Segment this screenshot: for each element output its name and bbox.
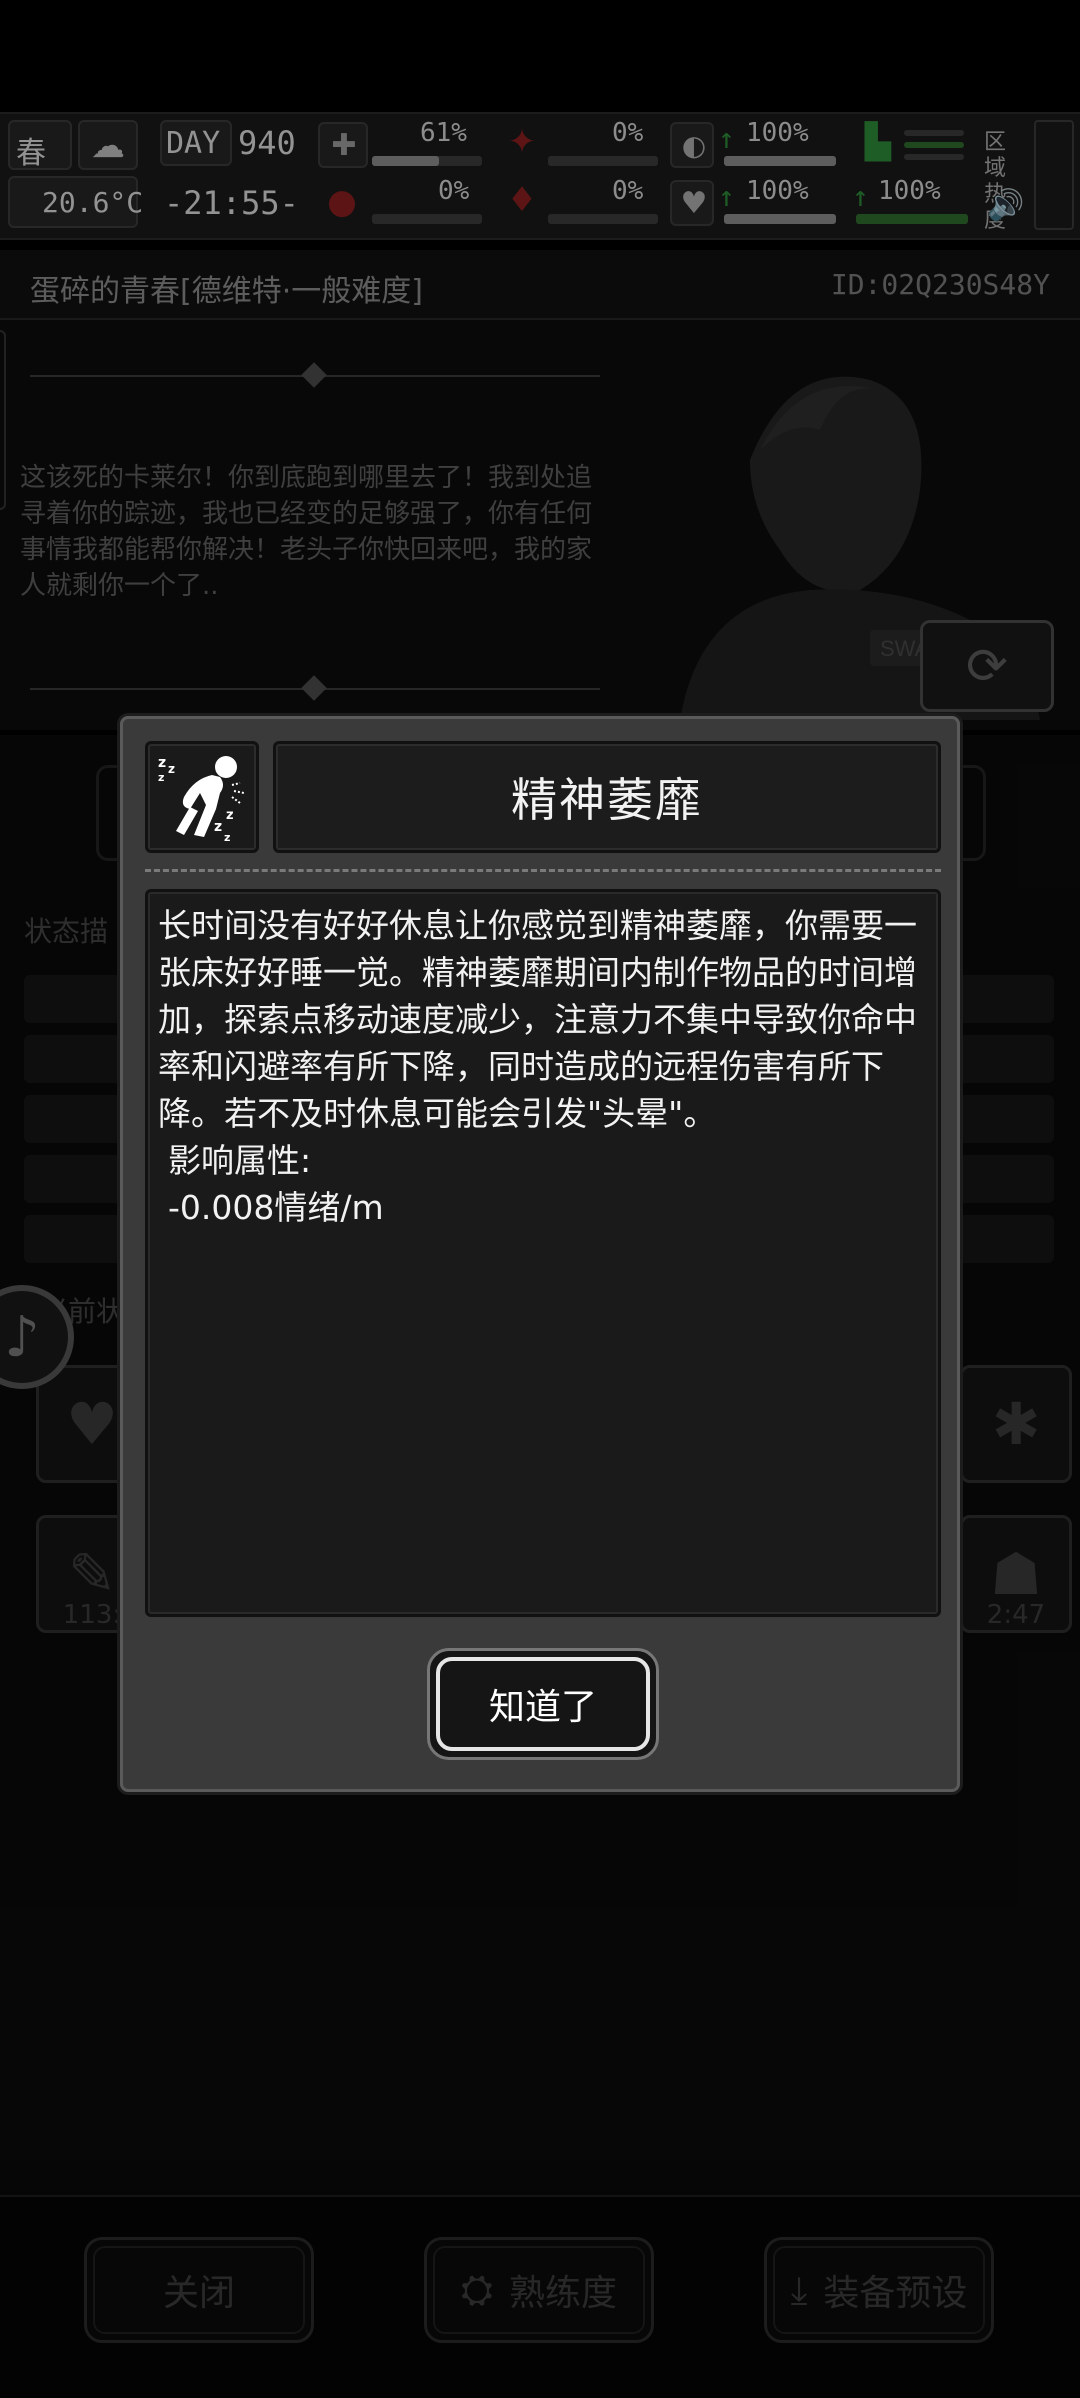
svg-text:z: z xyxy=(158,755,166,771)
status-icon-box: z z z z z z xyxy=(145,741,259,853)
affected-attributes-heading: 影响属性: xyxy=(168,1141,312,1180)
dialog-title-box: 精神萎靡 xyxy=(273,741,941,853)
svg-text:z: z xyxy=(224,831,230,844)
svg-text:z: z xyxy=(226,808,234,823)
dialog-dashed-divider xyxy=(145,869,941,872)
dialog-body: 长时间没有好好休息让你感觉到精神萎靡，你需要一张床好好睡一觉。精神萎靡期间内制作… xyxy=(145,889,941,1617)
affected-attribute-value: -0.008情绪/m xyxy=(168,1188,384,1227)
dialog-title: 精神萎靡 xyxy=(511,773,703,827)
confirm-button-label: 知道了 xyxy=(488,1687,597,1728)
confirm-button[interactable]: 知道了 xyxy=(427,1648,659,1760)
status-description: 长时间没有好好休息让你感觉到精神萎靡，你需要一张床好好睡一觉。精神萎靡期间内制作… xyxy=(158,906,917,1133)
status-detail-dialog: z z z z z z 精神萎靡 长时间没有好好休息让你感觉到精神萎靡，你需要一… xyxy=(120,716,960,1792)
tired-person-icon: z z z z z z xyxy=(158,755,245,844)
svg-text:z: z xyxy=(158,771,164,784)
svg-text:z: z xyxy=(214,819,222,835)
svg-text:z: z xyxy=(168,762,175,776)
